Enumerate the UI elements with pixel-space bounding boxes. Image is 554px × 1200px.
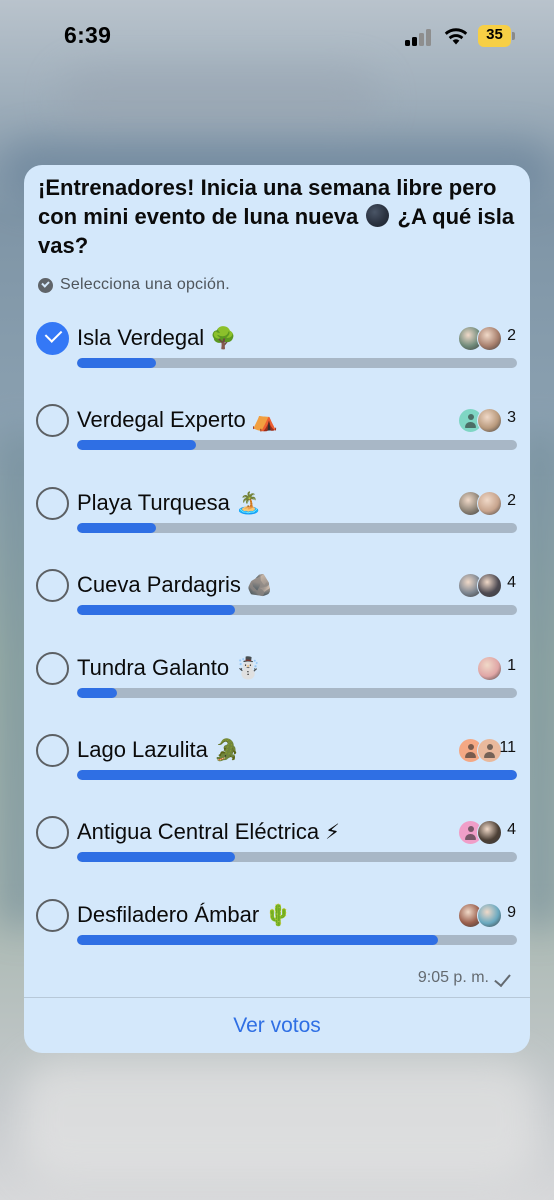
vote-bar-fill [77, 770, 517, 780]
vote-count: 9 [507, 903, 516, 921]
vote-count: 3 [507, 409, 516, 427]
avatar-placeholder-icon [477, 738, 502, 763]
view-votes-button[interactable]: Ver votos [24, 998, 530, 1053]
vote-bar-fill [77, 934, 438, 945]
avatar [477, 902, 502, 928]
radio-button[interactable] [36, 816, 69, 850]
status-time: 6:39 [64, 22, 112, 48]
option-emoji-icon: ⚡ [325, 821, 340, 845]
radio-button[interactable] [36, 898, 69, 932]
option-text: Isla Verdegal [77, 325, 205, 350]
background-blur [20, 1060, 540, 1180]
option-text: Tundra Galanto [77, 654, 230, 680]
vote-bar-track [77, 358, 517, 368]
background-blur [60, 70, 380, 130]
poll-option[interactable]: Isla Verdegal 🌳 2 [24, 312, 530, 372]
poll-option-label: Desfiladero Ámbar 🌵 [77, 902, 291, 928]
option-text: Verdegal Experto [77, 407, 246, 433]
radio-checked-icon[interactable] [36, 322, 69, 355]
radio-button[interactable] [36, 734, 69, 767]
cellular-signal-icon [405, 28, 433, 46]
vote-bar-track [77, 440, 517, 451]
avatar [477, 820, 502, 846]
vote-bar-track [77, 522, 517, 533]
vote-bar-track [77, 852, 517, 863]
vote-count: 4 [507, 574, 516, 592]
poll-hint: Selecciona una opción. [38, 274, 230, 296]
vote-bar-fill [77, 522, 157, 533]
radio-button[interactable] [36, 486, 69, 520]
voter-avatars[interactable] [458, 408, 502, 434]
message-timestamp: 9:05 p. m. [418, 969, 512, 987]
radio-button[interactable] [36, 404, 69, 438]
poll-option[interactable]: Verdegal Experto ⛺ 3 [24, 394, 530, 454]
vote-count: 1 [507, 656, 516, 674]
option-text: Antigua Central Eléctrica [77, 819, 320, 845]
poll-card: ¡Entrenadores! Inicia una semana libre p… [24, 165, 530, 1053]
avatar [477, 490, 502, 516]
poll-option-label: Tundra Galanto ☃️ [77, 655, 261, 681]
voter-avatars[interactable] [477, 655, 502, 682]
vote-bar-fill [77, 687, 117, 698]
avatar [477, 573, 502, 599]
poll-hint-text: Selecciona una opción. [60, 276, 230, 293]
battery-level: 35 [486, 26, 503, 43]
checkmark-circle-icon [38, 277, 53, 293]
option-emoji-icon: 🐊 [213, 739, 241, 762]
vote-bar-track [77, 687, 517, 698]
poll-option[interactable]: Antigua Central Eléctrica ⚡ 4 [24, 806, 530, 866]
option-emoji-icon: 🏝️ [235, 491, 263, 515]
radio-button[interactable] [36, 569, 69, 603]
voter-avatars[interactable] [458, 820, 502, 846]
voter-avatars[interactable] [458, 738, 502, 764]
option-emoji-icon: 🌳 [210, 327, 237, 350]
timestamp-text: 9:05 p. m. [417, 969, 489, 986]
status-bar: 6:39 35 [0, 0, 554, 74]
vote-bar-fill [77, 440, 196, 451]
avatar [477, 655, 502, 681]
radio-button[interactable] [36, 651, 69, 685]
battery-icon: 35 [478, 25, 515, 47]
option-text: Playa Turquesa [77, 489, 230, 515]
checkmark-icon [496, 971, 512, 985]
vote-bar-track [77, 934, 517, 945]
poll-option-label: Playa Turquesa 🏝️ [77, 490, 262, 516]
poll-question: ¡Entrenadores! Inicia una semana libre p… [38, 173, 518, 260]
wifi-icon [444, 28, 468, 45]
poll-option-label: Lago Lazulita 🐊 [77, 737, 240, 763]
voter-avatars[interactable] [458, 902, 502, 929]
vote-bar-fill [77, 605, 236, 616]
avatar [477, 408, 502, 434]
option-text: Cueva Pardagris [77, 572, 241, 598]
option-text: Lago Lazulita [77, 737, 208, 762]
option-emoji-icon: ☃️ [235, 656, 262, 680]
poll-option-label: Cueva Pardagris 🪨 [77, 572, 273, 598]
poll-option[interactable]: Cueva Pardagris 🪨 4 [24, 559, 530, 619]
vote-bar-track [77, 770, 517, 780]
avatar [477, 326, 502, 351]
poll-option-label: Antigua Central Eléctrica ⚡ [77, 819, 340, 845]
poll-option-label: Verdegal Experto ⛺ [77, 407, 278, 433]
new-moon-icon [366, 204, 390, 227]
poll-option-label: Isla Verdegal 🌳 [77, 325, 236, 351]
voter-avatars[interactable] [458, 573, 502, 599]
poll-option[interactable]: Lago Lazulita 🐊 11 [24, 724, 530, 784]
option-emoji-icon: 🌵 [265, 903, 292, 927]
poll-option[interactable]: Desfiladero Ámbar 🌵 9 [24, 889, 530, 949]
option-emoji-icon: 🪨 [246, 574, 274, 598]
vote-count: 4 [507, 821, 516, 839]
vote-bar-fill [77, 852, 236, 863]
vote-count: 2 [507, 327, 516, 344]
poll-option[interactable]: Playa Turquesa 🏝️ 2 [24, 477, 530, 537]
option-text: Desfiladero Ámbar [77, 901, 260, 927]
vote-bar-fill [77, 358, 157, 368]
option-emoji-icon: ⛺ [251, 409, 278, 433]
vote-count: 11 [499, 739, 516, 756]
poll-option[interactable]: Tundra Galanto ☃️ 1 [24, 642, 530, 702]
voter-avatars[interactable] [458, 326, 502, 352]
vote-count: 2 [507, 491, 516, 509]
vote-bar-track [77, 605, 517, 616]
voter-avatars[interactable] [458, 490, 502, 517]
